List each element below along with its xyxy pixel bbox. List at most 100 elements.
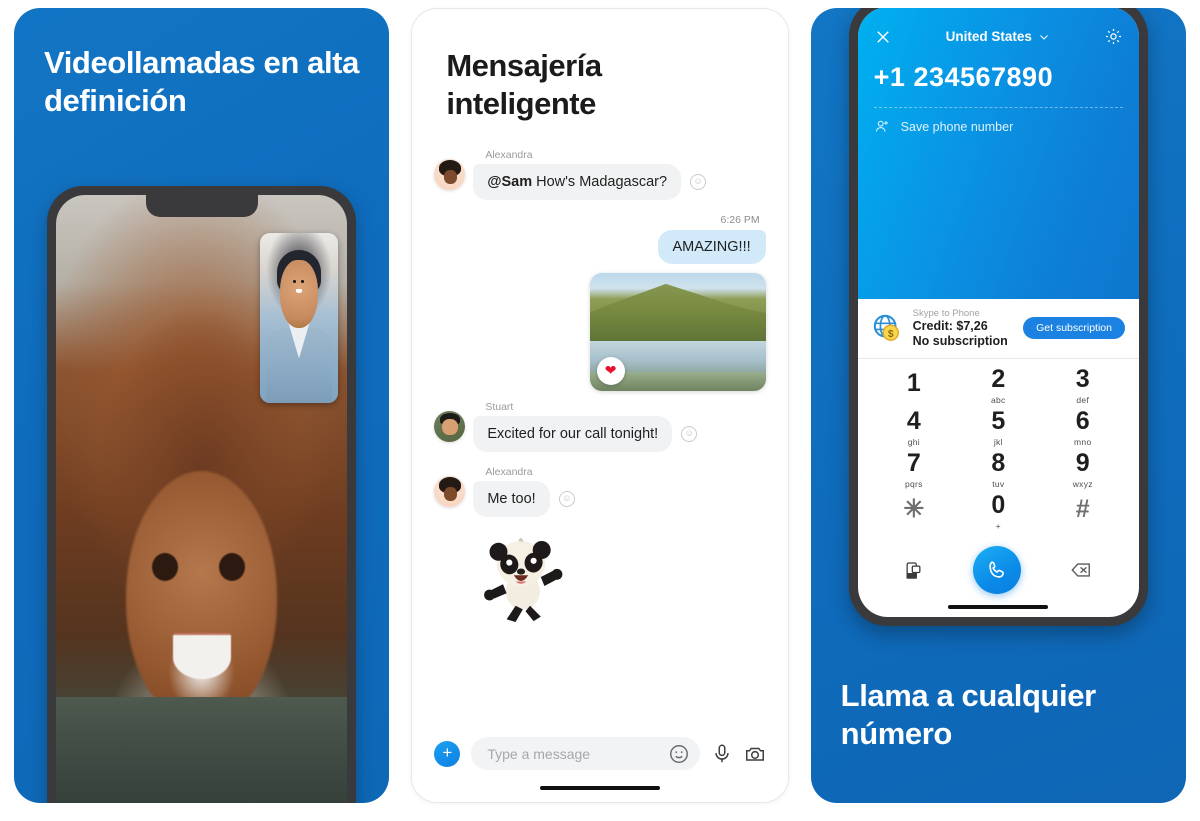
smiley-icon[interactable] — [668, 743, 690, 765]
left-panel-caption: Videollamadas en alta definición — [44, 45, 359, 118]
key-letters: jkl — [993, 437, 1003, 448]
pip-eye-right — [300, 280, 304, 283]
dialpad-key-1[interactable]: 1 — [907, 371, 921, 400]
key-digit: 7 — [906, 449, 921, 478]
microphone-icon[interactable] — [711, 743, 733, 765]
home-indicator — [539, 786, 660, 790]
dialpad-key-star[interactable]: ✳ — [903, 497, 924, 526]
message-photo[interactable]: ❤ — [589, 272, 766, 391]
avatar — [434, 158, 466, 190]
message-composer[interactable]: + — [412, 724, 787, 776]
dialpad-key-4[interactable]: 4 ghi — [907, 409, 921, 447]
chevron-down-icon[interactable] — [1038, 31, 1050, 43]
key-digit: ✳ — [903, 495, 925, 524]
dialpad-key-6[interactable]: 6 mno — [1074, 409, 1091, 447]
key-digit: 3 — [1075, 364, 1090, 393]
key-letters: pqrs — [905, 479, 923, 490]
key-digit: # — [1075, 495, 1090, 524]
phone-call-icon — [989, 561, 1004, 578]
key-letters: abc — [991, 394, 1006, 405]
camera-icon[interactable] — [744, 743, 766, 765]
dialpad-key-3[interactable]: 3 def — [1075, 364, 1090, 405]
dialer-screen: United States +1 234567890 Save phone nu… — [857, 8, 1139, 617]
subscription-status: No subscription — [912, 333, 1008, 348]
heart-reaction[interactable]: ❤ — [596, 356, 625, 385]
phone-mockup-video-call — [47, 186, 357, 803]
message-bubble-outgoing[interactable]: AMAZING!!! — [657, 229, 766, 264]
phone-number-display[interactable]: +1 234567890 — [874, 62, 1123, 93]
message-bubble-incoming[interactable]: Me too! — [473, 480, 550, 517]
message-input-wrapper[interactable] — [471, 737, 701, 770]
list-item[interactable]: 6:26 PM AMAZING!!! ❤ — [434, 213, 766, 391]
dialpad-key-7[interactable]: 7 pqrs — [905, 451, 923, 489]
key-digit: 2 — [991, 364, 1006, 393]
phone-contacts-icon[interactable] — [904, 561, 923, 580]
message-mention[interactable]: @Sam — [487, 174, 532, 190]
save-phone-number-label: Save phone number — [900, 119, 1014, 134]
message-bubble-incoming[interactable]: @Sam How's Madagascar? — [473, 163, 682, 200]
dialpad-key-8[interactable]: 8 tuv — [991, 451, 1005, 489]
dialpad-key-9[interactable]: 9 wxyz — [1073, 451, 1093, 489]
video-call-self-view[interactable] — [259, 233, 339, 403]
smiley-outline-icon[interactable]: ☺ — [558, 490, 575, 507]
list-item[interactable] — [434, 531, 765, 623]
get-subscription-button[interactable]: Get subscription — [1023, 317, 1125, 340]
key-digit: 6 — [1075, 407, 1090, 436]
dancing-panda-sticker[interactable] — [476, 531, 566, 623]
key-digit: 4 — [906, 407, 921, 436]
chat-message-list[interactable]: Alexandra @Sam How's Madagascar? ☺ 6:26 … — [412, 133, 787, 724]
main-participant-face — [125, 471, 278, 723]
message-timestamp: 6:26 PM — [720, 213, 760, 226]
list-item[interactable]: Alexandra @Sam How's Madagascar? ☺ — [434, 149, 765, 200]
dialer-header: United States +1 234567890 Save phone nu… — [857, 8, 1139, 299]
dialpad-key-2[interactable]: 2 abc — [991, 364, 1006, 405]
service-label: Skype to Phone — [912, 308, 980, 319]
phone-mockup-dialer: United States +1 234567890 Save phone nu… — [848, 8, 1148, 626]
divider — [873, 107, 1123, 108]
close-icon[interactable] — [874, 28, 892, 46]
credit-amount: Credit: $7,26 — [912, 319, 988, 334]
photo-hill — [589, 283, 766, 342]
message-sender-name: Alexandra — [485, 148, 533, 161]
smiley-outline-icon[interactable]: ☺ — [681, 425, 698, 442]
middle-messaging-panel: Mensajería inteligente Alexandra @Sam Ho… — [411, 8, 789, 803]
phone-screen-video-call — [56, 195, 348, 803]
key-letters: def — [1076, 394, 1090, 405]
key-digit: 8 — [991, 449, 1006, 478]
list-item[interactable]: Stuart Excited for our call tonight! ☺ — [434, 401, 765, 452]
dialpad-key-hash[interactable]: # — [1076, 497, 1090, 526]
message-sender-name: Alexandra — [485, 465, 533, 478]
pip-eye-left — [293, 280, 296, 283]
credit-bar: $ Skype to Phone Credit: $7,26 No subscr… — [857, 299, 1139, 359]
key-digit: 9 — [1075, 449, 1090, 478]
left-feature-panel: Videollamadas en alta definición — [14, 8, 390, 803]
call-button[interactable] — [972, 546, 1021, 594]
key-letters: wxyz — [1072, 479, 1093, 490]
key-digit: 1 — [906, 369, 921, 398]
key-digit: 5 — [991, 407, 1006, 436]
right-feature-panel: United States +1 234567890 Save phone nu… — [810, 8, 1186, 803]
screenshot-stage: Videollamadas en alta definición Mensaje… — [0, 0, 1200, 821]
dialer-actions[interactable] — [858, 533, 1139, 605]
dialpad-key-0[interactable]: 0 + — [991, 493, 1005, 531]
key-letters: ghi — [907, 437, 920, 448]
message-text: How's Madagascar? — [532, 173, 668, 190]
add-attachment-button[interactable]: + — [434, 740, 461, 767]
backspace-icon[interactable] — [1070, 559, 1092, 581]
message-sender-name: Stuart — [485, 400, 514, 413]
dialpad[interactable]: 1 2 abc 3 def 4 ghi 5 jkl 6 mno 7 pqrs 8 tuv 9w… — [858, 359, 1139, 533]
country-selector[interactable]: United States — [946, 29, 1050, 44]
message-bubble-incoming[interactable]: Excited for our call tonight! — [473, 415, 673, 452]
message-input[interactable] — [487, 745, 669, 762]
smiley-outline-icon[interactable]: ☺ — [690, 173, 707, 190]
key-letters: + — [995, 521, 1001, 532]
middle-panel-title: Mensajería inteligente — [446, 48, 602, 121]
phone-notch — [145, 195, 258, 217]
right-panel-caption: Llama a cualquier número — [840, 678, 1096, 752]
gear-icon[interactable] — [1104, 27, 1123, 46]
dialpad-key-5[interactable]: 5 jkl — [991, 409, 1005, 447]
key-letters: tuv — [992, 479, 1005, 490]
save-phone-number-button[interactable]: Save phone number — [874, 118, 1123, 135]
pip-participant-face — [280, 260, 318, 328]
list-item[interactable]: Alexandra Me too! ☺ — [434, 466, 765, 517]
